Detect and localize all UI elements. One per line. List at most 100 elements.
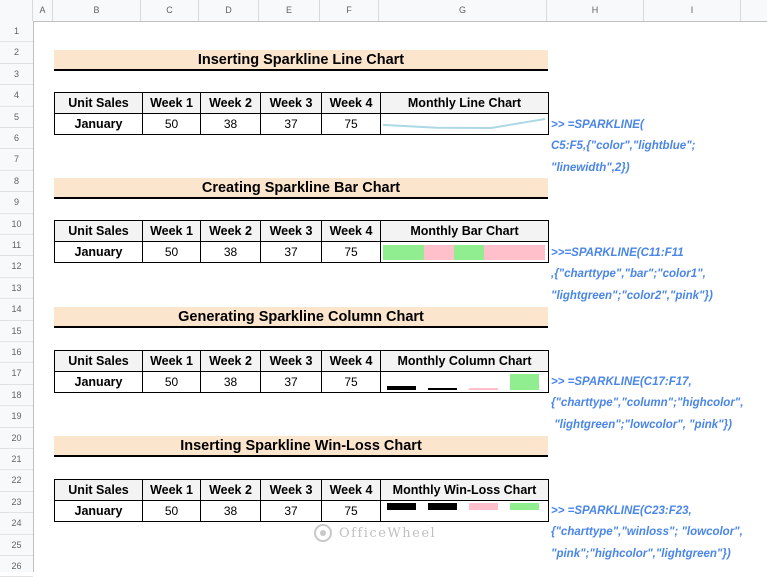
cell-week-1[interactable]: 50 — [142, 241, 201, 263]
header-unit-sales[interactable]: Unit Sales — [54, 92, 143, 114]
header-week-2[interactable]: Week 2 — [200, 92, 261, 114]
column-header-e[interactable]: E — [259, 0, 320, 21]
column-header-h[interactable]: H — [547, 0, 644, 21]
formula-winloss: >> =SPARKLINE(C23:F23, {"charttype","win… — [551, 505, 743, 560]
row-header-4[interactable]: 4 — [0, 85, 33, 107]
row-header-24[interactable]: 24 — [0, 513, 33, 535]
row-header-10[interactable]: 10 — [0, 214, 33, 235]
cell-january[interactable]: January — [54, 500, 143, 522]
cell-january[interactable]: January — [54, 113, 143, 135]
header-chart[interactable]: Monthly Column Chart — [380, 350, 549, 372]
cell-week-4[interactable]: 75 — [321, 500, 381, 522]
column-header-d[interactable]: D — [199, 0, 259, 21]
header-week-1[interactable]: Week 1 — [142, 350, 201, 372]
header-unit-sales[interactable]: Unit Sales — [54, 479, 143, 501]
row-header-23[interactable]: 23 — [0, 492, 33, 514]
column-header-f[interactable]: F — [320, 0, 379, 21]
row-header-19[interactable]: 19 — [0, 406, 33, 428]
row-header-17[interactable]: 17 — [0, 363, 33, 385]
table-bar: Unit Sales Week 1 Week 2 Week 3 Week 4 M… — [54, 220, 549, 263]
header-unit-sales[interactable]: Unit Sales — [54, 220, 143, 242]
row-header-8[interactable]: 8 — [0, 171, 33, 193]
cell-week-2[interactable]: 38 — [200, 113, 261, 135]
row-header-15[interactable]: 15 — [0, 321, 33, 342]
cell-week-2[interactable]: 38 — [200, 371, 261, 393]
header-week-2[interactable]: Week 2 — [200, 350, 261, 372]
sparkline-column-cell[interactable] — [380, 371, 549, 393]
row-header-7[interactable]: 7 — [0, 149, 33, 171]
cell-week-2[interactable]: 38 — [200, 241, 261, 263]
column-header-a[interactable]: A — [33, 0, 53, 21]
row-header-5[interactable]: 5 — [0, 107, 33, 128]
header-week-3[interactable]: Week 3 — [260, 479, 322, 501]
header-week-1[interactable]: Week 1 — [142, 220, 201, 242]
header-chart[interactable]: Monthly Bar Chart — [380, 220, 549, 242]
sparkline-bar-cell[interactable] — [380, 241, 549, 263]
cell-week-2[interactable]: 38 — [200, 500, 261, 522]
cell-week-3[interactable]: 37 — [260, 241, 322, 263]
column-header-g[interactable]: G — [379, 0, 547, 21]
row-header-9[interactable]: 9 — [0, 192, 33, 214]
row-header-26[interactable]: 26 — [0, 556, 33, 577]
row-header-1[interactable]: 1 — [0, 21, 33, 43]
column-header-b[interactable]: B — [53, 0, 141, 21]
winloss-week-2 — [428, 503, 457, 510]
table-line: Unit Sales Week 1 Week 2 Week 3 Week 4 M… — [54, 92, 549, 135]
bar-segment-week-3 — [454, 245, 484, 260]
row-header-22[interactable]: 22 — [0, 470, 33, 492]
sparkline-line-cell[interactable] — [380, 113, 549, 135]
row-header-3[interactable]: 3 — [0, 64, 33, 86]
cell-week-4[interactable]: 75 — [321, 241, 381, 263]
column-week-1 — [387, 386, 416, 390]
row-header-25[interactable]: 25 — [0, 535, 33, 556]
header-unit-sales[interactable]: Unit Sales — [54, 350, 143, 372]
winloss-week-4 — [510, 503, 539, 510]
cell-week-3[interactable]: 37 — [260, 371, 322, 393]
header-chart[interactable]: Monthly Line Chart — [380, 92, 549, 114]
header-week-3[interactable]: Week 3 — [260, 350, 322, 372]
column-header-i[interactable]: I — [644, 0, 741, 21]
sparkline-line — [382, 118, 546, 130]
row-header-20[interactable]: 20 — [0, 428, 33, 449]
header-week-3[interactable]: Week 3 — [260, 220, 322, 242]
header-week-2[interactable]: Week 2 — [200, 479, 261, 501]
header-week-4[interactable]: Week 4 — [321, 92, 381, 114]
cell-week-1[interactable]: 50 — [142, 113, 201, 135]
header-week-4[interactable]: Week 4 — [321, 479, 381, 501]
header-week-4[interactable]: Week 4 — [321, 350, 381, 372]
row-header-13[interactable]: 13 — [0, 278, 33, 300]
winloss-week-1 — [387, 503, 416, 510]
row-header-14[interactable]: 14 — [0, 299, 33, 321]
row-header-12[interactable]: 12 — [0, 256, 33, 278]
row-header-6[interactable]: 6 — [0, 128, 33, 150]
row-header-11[interactable]: 11 — [0, 235, 33, 257]
header-week-4[interactable]: Week 4 — [321, 220, 381, 242]
sparkline-winloss-cell[interactable] — [380, 500, 549, 522]
cell-week-1[interactable]: 50 — [142, 500, 201, 522]
section-title-winloss: Inserting Sparkline Win-Loss Chart — [54, 436, 548, 457]
header-week-1[interactable]: Week 1 — [142, 92, 201, 114]
column-header-c[interactable]: C — [141, 0, 199, 21]
row-header-16[interactable]: 16 — [0, 342, 33, 364]
row-header-18[interactable]: 18 — [0, 385, 33, 407]
cell-week-4[interactable]: 75 — [321, 371, 381, 393]
cell-week-1[interactable]: 50 — [142, 371, 201, 393]
watermark: OfficeWheel — [313, 521, 436, 545]
cell-week-4[interactable]: 75 — [321, 113, 381, 135]
cell-january[interactable]: January — [54, 371, 143, 393]
row-header-2[interactable]: 2 — [0, 42, 33, 64]
header-week-1[interactable]: Week 1 — [142, 479, 201, 501]
header-week-2[interactable]: Week 2 — [200, 220, 261, 242]
column-week-3 — [469, 388, 498, 390]
header-week-3[interactable]: Week 3 — [260, 92, 322, 114]
column-week-4 — [510, 374, 539, 390]
cell-week-3[interactable]: 37 — [260, 113, 322, 135]
bar-segment-week-1 — [383, 245, 424, 260]
cell-week-3[interactable]: 37 — [260, 500, 322, 522]
select-all-corner[interactable] — [0, 0, 33, 21]
cell-january[interactable]: January — [54, 241, 143, 263]
table-column: Unit Sales Week 1 Week 2 Week 3 Week 4 M… — [54, 350, 549, 393]
row-header-21[interactable]: 21 — [0, 449, 33, 471]
header-chart[interactable]: Monthly Win-Loss Chart — [380, 479, 549, 501]
table-winloss: Unit Sales Week 1 Week 2 Week 3 Week 4 M… — [54, 479, 549, 522]
